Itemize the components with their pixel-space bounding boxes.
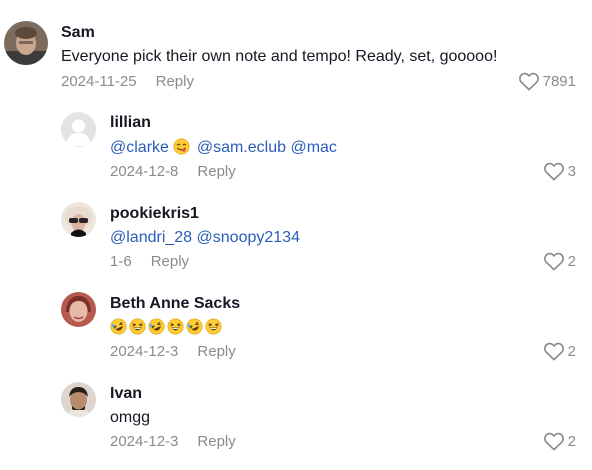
grinning-squinting-icon — [129, 318, 146, 335]
heart-icon — [543, 342, 564, 361]
mention-link[interactable]: @sam.eclub — [197, 139, 286, 156]
like-count: 2 — [567, 342, 576, 360]
comment-text: omgg — [110, 409, 151, 426]
comment-text: Everyone pick their own note and tempo! … — [61, 48, 498, 65]
comment-meta: 2024-12-3 Reply — [110, 343, 236, 360]
comment-text — [110, 318, 224, 337]
mention-link[interactable]: @mac — [290, 139, 336, 156]
reply-button[interactable]: Reply — [156, 73, 194, 90]
heart-icon — [543, 252, 564, 271]
grinning-squinting-icon — [167, 318, 184, 335]
like-button[interactable]: 3 — [543, 161, 576, 181]
comment-author[interactable]: Sam — [61, 24, 95, 42]
reply-button[interactable]: Reply — [197, 163, 235, 180]
grinning-squinting-icon — [205, 318, 222, 335]
avatar-pookiekris1[interactable] — [61, 202, 96, 237]
mention-link[interactable]: @landri_28 — [110, 229, 192, 246]
reply-button[interactable]: Reply — [197, 343, 235, 360]
heart-icon — [543, 162, 564, 181]
reply-button[interactable]: Reply — [151, 253, 189, 270]
mention-link[interactable]: @clarke — [110, 139, 169, 156]
like-count: 3 — [567, 162, 576, 180]
comment-date: 2024-12-3 — [110, 433, 179, 450]
like-count: 2 — [567, 432, 576, 450]
heart-icon — [543, 432, 564, 451]
comment-meta: 2024-12-3 Reply — [110, 433, 236, 450]
avatar-ivan[interactable] — [61, 382, 96, 417]
rolling-laughing-icon — [110, 318, 127, 335]
mention-link[interactable]: @snoopy2134 — [197, 229, 300, 246]
comment-author[interactable]: Beth Anne Sacks — [110, 295, 240, 313]
comment-date: 2024-12-8 — [110, 163, 179, 180]
comment-meta: 2024-12-8 Reply — [110, 163, 236, 180]
like-button[interactable]: 2 — [543, 251, 576, 271]
like-button[interactable]: 2 — [543, 341, 576, 361]
heart-icon — [518, 72, 539, 91]
rolling-laughing-icon — [186, 318, 203, 335]
comment-text: @landri_28 @snoopy2134 — [110, 229, 300, 247]
comment-meta: 1-6 Reply — [110, 253, 189, 270]
avatar-sam[interactable] — [4, 21, 48, 65]
comment-author[interactable]: Ivan — [110, 385, 142, 403]
comment-date: 2024-12-3 — [110, 343, 179, 360]
like-count: 7891 — [542, 72, 576, 90]
comment-author[interactable]: pookiekris1 — [110, 205, 199, 223]
comment-meta: 2024-11-25 Reply — [61, 73, 194, 90]
comment-date: 1-6 — [110, 253, 132, 270]
like-button[interactable]: 2 — [543, 431, 576, 451]
rolling-laughing-icon — [148, 318, 165, 335]
face-savoring-food-icon — [173, 138, 190, 155]
avatar-beth-anne-sacks[interactable] — [61, 292, 96, 327]
comment-text: @clarke @sam.eclub @mac — [110, 138, 337, 157]
comment-author[interactable]: lillian — [110, 114, 151, 132]
avatar-lillian[interactable] — [61, 112, 96, 147]
like-button[interactable]: 7891 — [518, 71, 576, 91]
reply-button[interactable]: Reply — [197, 433, 235, 450]
comment-date: 2024-11-25 — [61, 73, 137, 90]
like-count: 2 — [567, 252, 576, 270]
